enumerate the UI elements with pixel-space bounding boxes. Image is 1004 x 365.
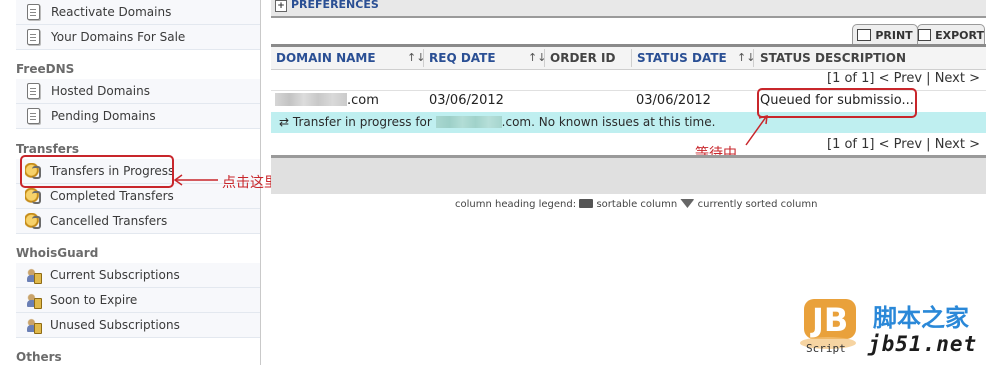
sortable-icon — [579, 199, 594, 208]
section-whoisguard: WhoisGuard — [16, 246, 99, 260]
sidebar-item-hosted-domains[interactable]: Hosted Domains — [16, 79, 260, 104]
prev-link[interactable]: < Prev — [879, 137, 922, 152]
user-card-icon — [25, 292, 42, 309]
column-divider — [631, 49, 632, 67]
sidebar-item-label: Cancelled Transfers — [50, 214, 168, 228]
col-domain-name[interactable]: DOMAIN NAME — [276, 51, 376, 65]
sorted-icon — [680, 199, 695, 208]
col-order-id: ORDER ID — [550, 51, 616, 65]
sidebar-item-label: Hosted Domains — [51, 84, 150, 98]
annotation-arrow-up — [745, 115, 768, 146]
section-others: Others — [16, 350, 62, 364]
sidebar-item-label: Pending Domains — [51, 109, 156, 123]
column-divider — [423, 49, 424, 67]
page-icon — [27, 4, 40, 20]
col-status-date[interactable]: STATUS DATE — [637, 51, 727, 65]
transfer-arrows-icon: ⇄ — [279, 115, 290, 129]
domain-suffix: .com — [347, 93, 379, 108]
sidebar-item-label: Unused Subscriptions — [50, 318, 180, 332]
annotation-arrow-left — [173, 174, 218, 186]
export-button[interactable]: EXPORT — [917, 24, 985, 45]
watermark-script-text: Script — [806, 342, 846, 355]
redacted-domain — [435, 116, 502, 128]
table-header: DOMAIN NAME ↑↓ REQ DATE ↑↓ ORDER ID STAT… — [271, 44, 986, 70]
sidebar-item-label: Your Domains For Sale — [51, 30, 186, 44]
legend-sorted: currently sorted column — [697, 199, 818, 210]
domain-cell[interactable]: .com — [275, 93, 379, 108]
export-icon — [918, 29, 932, 41]
section-freedns: FreeDNS — [16, 62, 75, 76]
print-button[interactable]: PRINT — [852, 24, 918, 45]
sidebar-item-current-subscriptions[interactable]: Current Subscriptions — [16, 263, 260, 288]
print-label: PRINT — [875, 28, 913, 42]
annotation-box-status — [757, 88, 917, 118]
page-count: [1 of 1] — [827, 137, 875, 152]
sidebar-item-domains-for-sale[interactable]: Your Domains For Sale — [16, 25, 260, 50]
section-transfers: Transfers — [16, 142, 79, 156]
transfer-icon — [25, 213, 41, 229]
page-count: [1 of 1] — [827, 71, 875, 86]
pager-top: [1 of 1] < Prev | Next > — [827, 71, 980, 86]
next-link[interactable]: Next > — [935, 71, 980, 86]
sidebar-item-unused-subscriptions[interactable]: Unused Subscriptions — [16, 313, 260, 338]
sidebar-item-label: Reactivate Domains — [51, 5, 172, 19]
user-card-icon — [25, 317, 42, 334]
column-divider — [753, 49, 754, 67]
svg-text:JB: JB — [810, 301, 848, 339]
annotation-click-here: 点击这里 — [222, 175, 278, 191]
printer-icon — [857, 29, 872, 41]
col-req-date[interactable]: REQ DATE — [429, 51, 496, 65]
watermark-url-text: jb51.net — [868, 332, 978, 356]
table-footer — [271, 155, 986, 194]
preferences-bar[interactable]: + PREFERENCES — [271, 0, 986, 18]
expand-icon[interactable]: + — [275, 0, 287, 12]
export-label: EXPORT — [935, 28, 984, 42]
legend-sortable: sortable column — [596, 199, 678, 210]
legend-prefix: column heading legend: — [455, 199, 577, 210]
pager-separator: | — [926, 137, 931, 152]
sidebar-item-reactivate-domains[interactable]: Reactivate Domains — [16, 0, 260, 25]
sidebar-item-label: Completed Transfers — [50, 189, 174, 203]
sidebar-item-label: Current Subscriptions — [50, 268, 180, 282]
sidebar-item-pending-domains[interactable]: Pending Domains — [16, 104, 260, 129]
sidebar-item-cancelled-transfers[interactable]: Cancelled Transfers — [16, 209, 260, 234]
page-icon — [27, 83, 40, 99]
pager-bottom: [1 of 1] < Prev | Next > — [827, 137, 980, 152]
redacted-domain — [275, 93, 347, 106]
sidebar-item-soon-to-expire[interactable]: Soon to Expire — [16, 288, 260, 313]
req-date-cell: 03/06/2012 — [429, 93, 504, 108]
message-suffix: .com. No known issues at this time. — [501, 115, 716, 129]
annotation-box-transfers — [20, 155, 174, 188]
column-legend: column heading legend: sortable column c… — [455, 199, 817, 210]
prev-link[interactable]: < Prev — [879, 71, 922, 86]
preferences-label: PREFERENCES — [291, 0, 379, 11]
status-date-cell: 03/06/2012 — [636, 93, 711, 108]
sidebar-item-label: Soon to Expire — [50, 293, 138, 307]
page-icon — [27, 108, 40, 124]
message-prefix: Transfer in progress for — [292, 115, 432, 129]
col-status-description: STATUS DESCRIPTION — [760, 51, 907, 65]
transfer-icon — [25, 188, 41, 204]
column-divider — [544, 49, 545, 67]
user-card-icon — [25, 267, 42, 284]
page-icon — [27, 29, 40, 45]
watermark-cn-text: 脚本之家 — [873, 304, 969, 332]
transfer-message: ⇄ Transfer in progress for .com. No know… — [279, 115, 715, 129]
next-link[interactable]: Next > — [935, 137, 980, 152]
pager-separator: | — [926, 71, 931, 86]
